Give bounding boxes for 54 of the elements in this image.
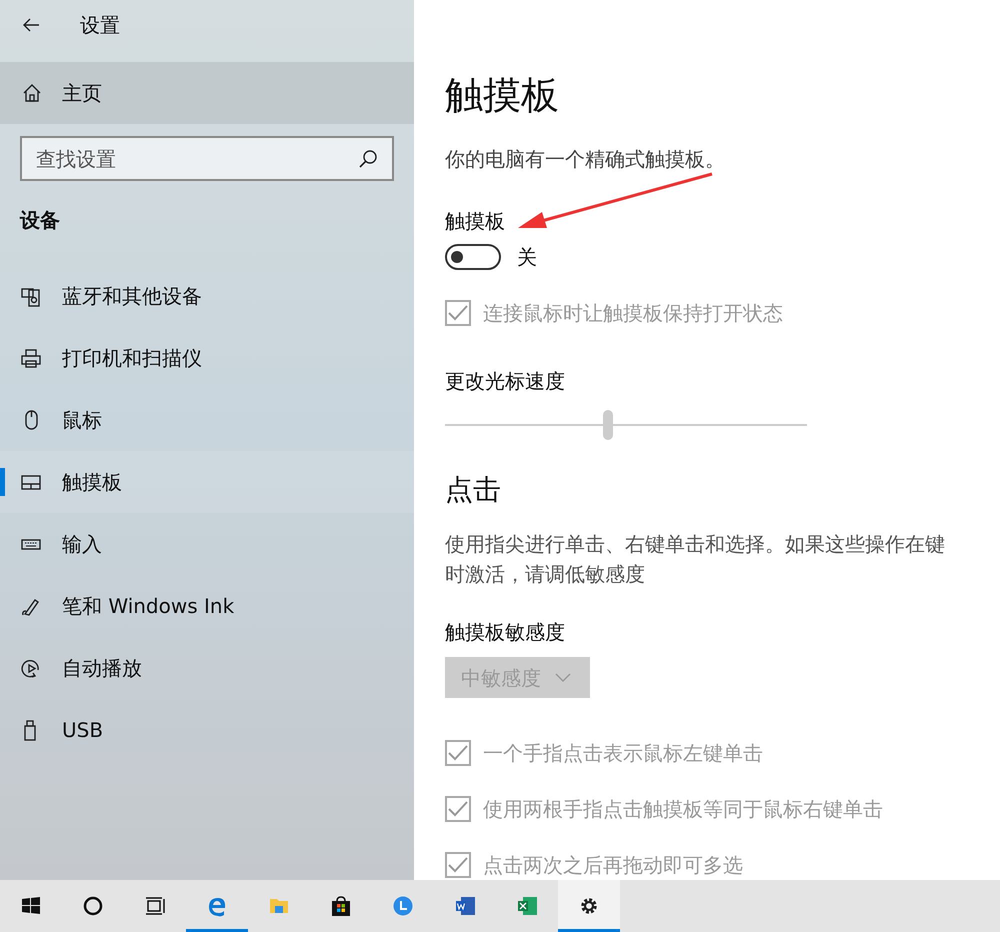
checkbox-label: 点击两次之后再拖动即可多选 bbox=[483, 852, 743, 879]
taskbar-button[interactable] bbox=[558, 880, 620, 932]
nav-item-label: 鼠标 bbox=[62, 407, 102, 434]
search-input[interactable]: 查找设置 bbox=[36, 144, 358, 174]
nav-item[interactable]: 自动播放 bbox=[0, 637, 414, 699]
description-text: 你的电脑有一个精确式触摸板。 bbox=[445, 146, 725, 173]
search-field[interactable]: 查找设置 bbox=[20, 136, 394, 181]
search-icon bbox=[358, 148, 378, 168]
word-icon bbox=[454, 896, 476, 916]
nav-item-label: USB bbox=[62, 717, 104, 744]
checkbox-label: 使用两根手指点击触摸板等同于鼠标右键单击 bbox=[483, 796, 883, 823]
home-icon bbox=[22, 83, 42, 103]
slider-label: 更改光标速度 bbox=[445, 368, 566, 395]
nav-item[interactable]: 笔和 Windows Ink bbox=[0, 575, 414, 637]
circle-icon bbox=[82, 896, 104, 916]
nav-item[interactable]: 触摸板 bbox=[0, 451, 414, 513]
nav-item[interactable]: 输入 bbox=[0, 513, 414, 575]
home-label: 主页 bbox=[62, 80, 102, 107]
back-arrow-icon bbox=[22, 17, 40, 33]
checkbox-label: 连接鼠标时让触摸板保持打开状态 bbox=[483, 300, 783, 327]
home-nav-item[interactable]: 主页 bbox=[0, 62, 414, 124]
nav-item-label: 蓝牙和其他设备 bbox=[62, 283, 202, 310]
section-heading: 设备 bbox=[20, 207, 61, 234]
play-circle-icon bbox=[21, 658, 41, 678]
nav-item-label: 输入 bbox=[62, 531, 102, 558]
nav-item-label: 笔和 Windows Ink bbox=[62, 593, 234, 620]
shopping-bag-icon bbox=[330, 896, 352, 916]
description-text: 使用指尖进行单击、右键单击和选择。如果这些操作在键 时激活，请调低敏感度 bbox=[445, 531, 946, 588]
nav-item[interactable]: USB bbox=[0, 699, 414, 761]
nav-item[interactable]: 打印机和扫描仪 bbox=[0, 327, 414, 389]
toggle-switch[interactable] bbox=[445, 244, 501, 270]
printer-icon bbox=[21, 348, 41, 368]
task-view-icon bbox=[144, 896, 166, 916]
nav-item[interactable]: 蓝牙和其他设备 bbox=[0, 265, 414, 327]
window-title: 设置 bbox=[80, 12, 120, 39]
nav-item-label: 触摸板 bbox=[62, 469, 122, 496]
speed-slider[interactable] bbox=[445, 408, 807, 440]
gear-icon bbox=[578, 896, 600, 916]
page-title: 触摸板 bbox=[445, 72, 560, 119]
windows-logo-icon bbox=[20, 896, 42, 916]
nav-item-label: 打印机和扫描仪 bbox=[62, 345, 202, 372]
clock-icon bbox=[392, 896, 414, 916]
toggle-state-text: 关 bbox=[517, 244, 537, 271]
selection-indicator bbox=[0, 468, 5, 496]
nav-item[interactable]: 鼠标 bbox=[0, 389, 414, 451]
chevron-down-icon bbox=[555, 672, 571, 683]
toggle-label: 触摸板 bbox=[445, 208, 505, 235]
dropdown-label: 触摸板敏感度 bbox=[445, 619, 566, 646]
nav-item-label: 自动播放 bbox=[62, 655, 142, 682]
browser-e-icon bbox=[206, 896, 228, 916]
checkbox-label: 一个手指点击表示鼠标左键单击 bbox=[483, 740, 763, 767]
section-title: 点击 bbox=[445, 472, 502, 508]
spreadsheet-icon bbox=[516, 896, 538, 916]
keyboard-speaker-icon bbox=[21, 286, 41, 306]
